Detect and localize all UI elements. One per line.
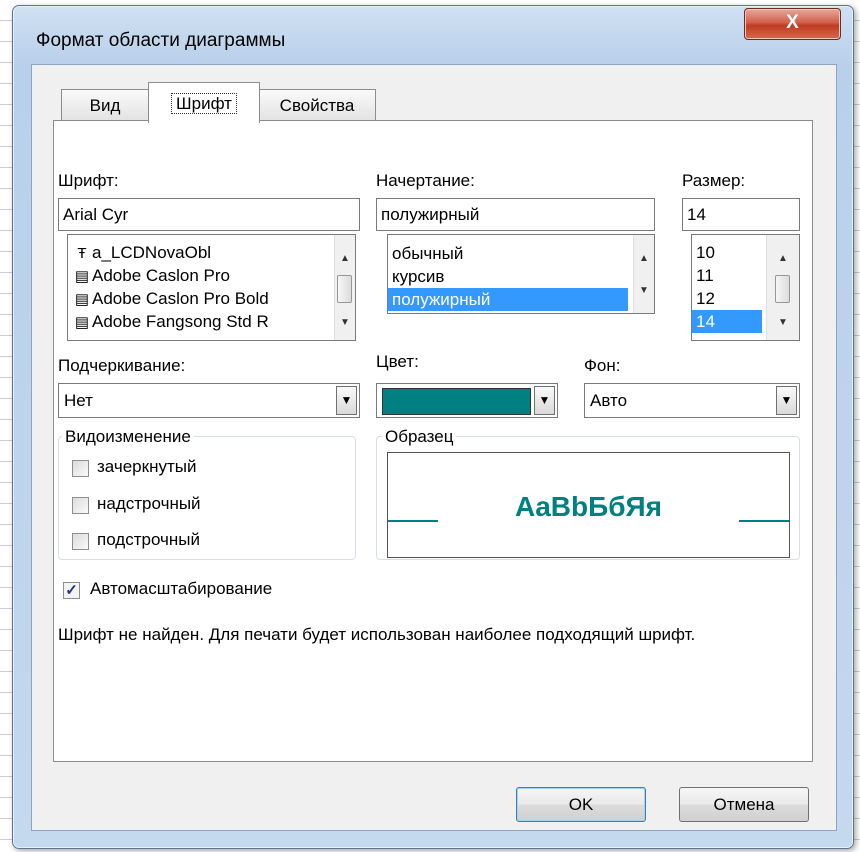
font-list-scrollbar[interactable]: ▲ ▼ (334, 235, 355, 340)
size-list-scrollbar[interactable]: ▲ ▼ (766, 235, 799, 340)
checkmark-icon: ✓ (65, 582, 78, 599)
font-label: Шрифт: (58, 171, 119, 190)
superscript-checkbox[interactable] (72, 497, 89, 514)
superscript-label[interactable]: надстрочный (97, 494, 201, 514)
style-list-scrollbar[interactable]: ▲ ▼ (633, 235, 654, 313)
effects-group-label: Видоизменение (62, 427, 194, 447)
list-item[interactable]: ▤ Adobe Caslon Pro Bold (68, 287, 355, 310)
strikethrough-checkbox[interactable] (72, 460, 89, 477)
background-value: Авто (590, 391, 628, 410)
color-swatch (382, 388, 531, 415)
preview-group-label: Образец (382, 427, 457, 447)
tab-font-label: Шрифт (171, 93, 237, 114)
printer-font-icon: ▤ (74, 268, 90, 285)
cancel-button[interactable]: Отмена (679, 787, 809, 822)
list-item[interactable]: обычный (388, 242, 628, 265)
tab-properties[interactable]: Свойства (258, 89, 376, 121)
ok-button[interactable]: OK (516, 787, 646, 822)
scroll-up-icon[interactable]: ▲ (767, 249, 799, 269)
font-list[interactable]: Ŧa_LCDNovaObl ▤ Adobe Caslon Pro ▤ Adobe C… (67, 234, 356, 341)
background-select[interactable]: Авто ▼ (584, 383, 800, 418)
list-item[interactable]: полужирный (388, 288, 628, 311)
strikethrough-label[interactable]: зачеркнутый (97, 457, 196, 477)
size-label: Размер: (682, 171, 746, 190)
close-button[interactable]: X (744, 8, 841, 40)
scroll-up-icon[interactable]: ▲ (634, 249, 654, 269)
tab-vid[interactable]: Вид (61, 89, 149, 121)
scroll-down-icon[interactable]: ▼ (335, 313, 355, 333)
window-title: Формат области диаграммы (36, 30, 286, 51)
chevron-down-icon[interactable]: ▼ (534, 386, 555, 415)
chevron-down-icon[interactable]: ▼ (776, 386, 797, 415)
list-item[interactable]: 11 (692, 264, 762, 287)
color-select[interactable]: ▼ (376, 383, 558, 418)
font-not-found-message: Шрифт не найден. Для печати будет исполь… (58, 625, 696, 644)
subscript-checkbox[interactable] (72, 533, 89, 550)
list-item[interactable]: 14 (692, 310, 762, 333)
background-label: Фон: (584, 356, 621, 375)
scroll-down-icon[interactable]: ▼ (634, 281, 654, 301)
scroll-thumb[interactable] (775, 275, 790, 303)
printer-font-icon: ▤ (74, 291, 90, 308)
list-item[interactable]: ▤ Adobe Caslon Pro (68, 264, 355, 287)
chevron-down-icon[interactable]: ▼ (336, 386, 357, 415)
size-input[interactable]: 14 (682, 198, 800, 231)
font-name-input[interactable]: Arial Cyr (58, 198, 360, 231)
autoscale-label[interactable]: Автомасштабирование (90, 579, 272, 599)
preview-sample: AaBbБбЯя (515, 491, 662, 522)
preview-box: AaBbБбЯя (387, 452, 790, 558)
printer-font-icon: ▤ (74, 314, 90, 331)
list-item[interactable]: ▤ Adobe Fangsong Std R (68, 310, 355, 333)
underline-select[interactable]: Нет ▼ (58, 383, 360, 418)
subscript-label[interactable]: подстрочный (97, 530, 200, 550)
list-item[interactable]: курсив (388, 265, 628, 288)
scroll-down-icon[interactable]: ▼ (767, 313, 799, 333)
size-list[interactable]: 10 11 12 14 ▲ ▼ (691, 234, 800, 341)
list-item[interactable]: 10 (692, 241, 762, 264)
tab-font[interactable]: Шрифт (148, 82, 260, 123)
style-list[interactable]: обычный курсив полужирный ▲ ▼ (387, 234, 655, 314)
close-icon: X (786, 12, 799, 33)
underline-value: Нет (64, 391, 93, 410)
list-item[interactable]: Ŧa_LCDNovaObl (68, 241, 355, 264)
scroll-thumb[interactable] (337, 275, 352, 303)
truetype-font-icon: Ŧ (77, 245, 87, 262)
color-label: Цвет: (376, 352, 419, 371)
style-input[interactable]: полужирный (376, 198, 655, 231)
underline-label: Подчеркивание: (58, 356, 186, 375)
autoscale-checkbox[interactable]: ✓ (63, 582, 80, 599)
style-label: Начертание: (376, 171, 475, 190)
scroll-up-icon[interactable]: ▲ (335, 249, 355, 269)
list-item[interactable]: 12 (692, 287, 762, 310)
